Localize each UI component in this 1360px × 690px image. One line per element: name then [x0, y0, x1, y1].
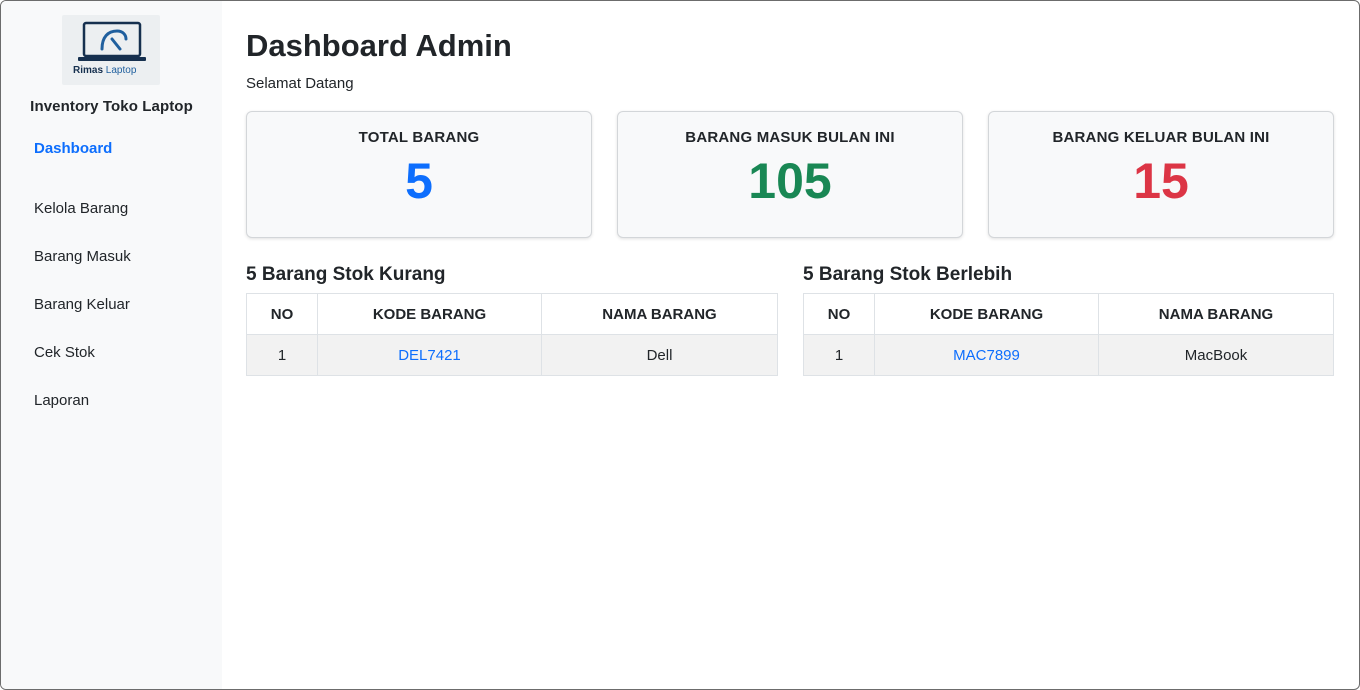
table-row: 1 MAC7899 MacBook	[803, 334, 1334, 376]
over-stock-title: 5 Barang Stok Berlebih	[803, 264, 1013, 285]
column-header-no: NO	[803, 293, 875, 335]
sidebar: Rimas Laptop Inventory Toko Laptop Dashb…	[1, 1, 222, 689]
cell-no: 1	[246, 334, 318, 376]
table-row: 1 DEL7421 Dell	[246, 334, 778, 376]
low-stock-table: NO KODE BARANG NAMA BARANG 1 DEL7421 Del…	[246, 293, 778, 376]
sidebar-item-kelola-barang[interactable]: Kelola Barang	[34, 185, 222, 233]
app-window: Rimas Laptop Inventory Toko Laptop Dashb…	[0, 0, 1360, 690]
card-label: TOTAL BARANG	[358, 129, 480, 146]
card-label: BARANG KELUAR BULAN INI	[1052, 129, 1270, 146]
card-value: 15	[1133, 153, 1189, 209]
over-stock-section: 5 Barang Stok Berlebih NO KODE BARANG NA…	[803, 264, 1334, 376]
cell-kode-link[interactable]: MAC7899	[874, 334, 1099, 376]
card-value: 5	[405, 153, 433, 209]
logo: Rimas Laptop	[62, 15, 160, 85]
stock-tables: 5 Barang Stok Kurang NO KODE BARANG NAMA…	[246, 264, 1334, 376]
cell-no: 1	[803, 334, 875, 376]
sidebar-item-barang-masuk[interactable]: Barang Masuk	[34, 233, 222, 281]
sidebar-item-laporan[interactable]: Laporan	[34, 377, 222, 425]
main-content: Dashboard Admin Selamat Datang TOTAL BAR…	[222, 1, 1359, 689]
low-stock-title: 5 Barang Stok Kurang	[246, 264, 446, 285]
table-header-row: NO KODE BARANG NAMA BARANG	[803, 293, 1334, 335]
card-value: 105	[748, 153, 832, 209]
column-header-no: NO	[246, 293, 318, 335]
sidebar-item-barang-keluar[interactable]: Barang Keluar	[34, 281, 222, 329]
low-stock-section: 5 Barang Stok Kurang NO KODE BARANG NAMA…	[246, 264, 778, 376]
sidebar-item-cek-stok[interactable]: Cek Stok	[34, 329, 222, 377]
card-total-barang: TOTAL BARANG 5	[246, 111, 592, 238]
welcome-text: Selamat Datang	[246, 75, 354, 92]
card-barang-keluar: BARANG KELUAR BULAN INI 15	[988, 111, 1334, 238]
column-header-kode: KODE BARANG	[317, 293, 542, 335]
table-header-row: NO KODE BARANG NAMA BARANG	[246, 293, 778, 335]
column-header-nama: NAMA BARANG	[1098, 293, 1334, 335]
sidebar-nav: Dashboard Kelola Barang Barang Masuk Bar…	[1, 137, 222, 425]
column-header-kode: KODE BARANG	[874, 293, 1099, 335]
cell-kode-link[interactable]: DEL7421	[317, 334, 542, 376]
stat-cards: TOTAL BARANG 5 BARANG MASUK BULAN INI 10…	[246, 111, 1334, 238]
brand-title: Inventory Toko Laptop	[30, 98, 193, 115]
logo-text: Rimas Laptop	[73, 65, 137, 76]
card-label: BARANG MASUK BULAN INI	[685, 129, 895, 146]
column-header-nama: NAMA BARANG	[541, 293, 778, 335]
cell-nama: MacBook	[1098, 334, 1334, 376]
page-title: Dashboard Admin	[246, 28, 512, 63]
cell-nama: Dell	[541, 334, 778, 376]
over-stock-table: NO KODE BARANG NAMA BARANG 1 MAC7899 Mac…	[803, 293, 1334, 376]
sidebar-item-dashboard[interactable]: Dashboard	[34, 137, 222, 161]
card-barang-masuk: BARANG MASUK BULAN INI 105	[617, 111, 963, 238]
